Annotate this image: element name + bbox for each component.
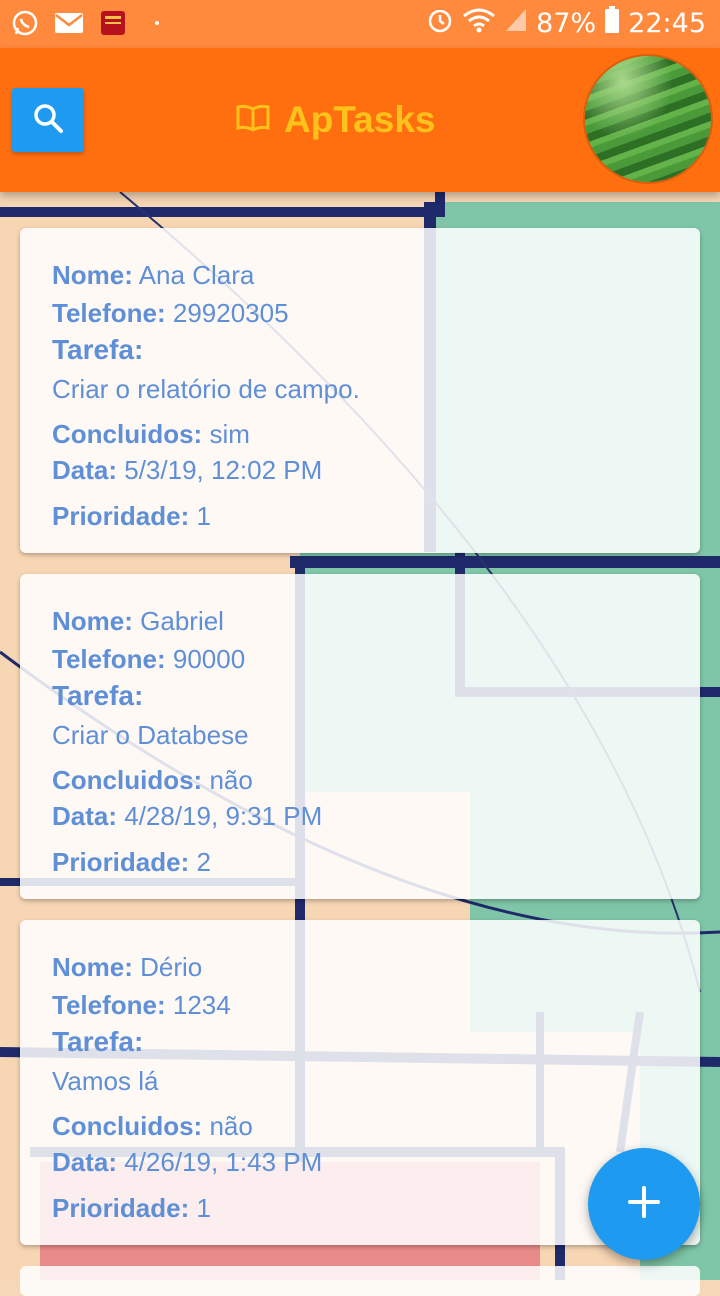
concluidos-label: Concluidos: [52,419,203,449]
concluidos-value: não [209,1111,253,1141]
concluidos-label: Concluidos: [52,765,203,795]
app-title: ApTasks [236,98,436,142]
concluidos-value: não [209,765,253,795]
open-book-icon [236,99,270,141]
tarefa-value: Criar o relatório de campo. [52,374,360,404]
search-button[interactable] [12,88,84,152]
data-value: 4/28/19, 9:31 PM [124,801,323,831]
battery-percent: 87% [536,8,597,39]
nome-value: Ana Clara [138,260,255,290]
data-value: 5/3/19, 12:02 PM [124,455,323,485]
book-app-icon [98,8,128,38]
nome-label: Nome: [52,606,133,636]
concluidos-label: Concluidos: [52,1111,203,1141]
prioridade-label: Prioridade: [52,501,190,531]
wifi-icon [462,7,496,40]
alarm-icon [426,6,454,41]
concluidos-value: sim [209,419,250,449]
telefone-label: Telefone: [52,990,166,1020]
telefone-value: 1234 [172,990,231,1020]
tarefa-value: Criar o Databese [52,720,249,750]
app-title-text: ApTasks [284,99,436,140]
data-label: Data: [52,1147,118,1177]
task-card-partial[interactable] [20,1266,700,1296]
prioridade-value: 2 [196,847,211,877]
telefone-label: Telefone: [52,644,166,674]
nome-value: Gabriel [140,606,224,636]
prioridade-label: Prioridade: [52,1193,190,1223]
plus-icon [626,1184,662,1225]
data-label: Data: [52,801,118,831]
whatsapp-icon [10,8,40,38]
signal-icon [504,7,528,40]
clock: 22:45 [628,8,706,39]
nome-value: Dério [140,952,203,982]
add-task-button[interactable] [588,1148,700,1260]
telefone-value: 90000 [172,644,246,674]
avatar[interactable] [585,56,711,182]
app-bar: ApTasks [0,48,720,192]
task-card[interactable]: Nome: Gabriel Telefone: 90000 Tarefa: Cr… [20,574,700,899]
telefone-value: 29920305 [172,298,289,328]
telefone-label: Telefone: [52,298,166,328]
battery-icon [604,6,620,41]
nome-label: Nome: [52,952,133,982]
nome-label: Nome: [52,260,133,290]
tarefa-label: Tarefa: [52,680,144,711]
dot-icon [142,8,172,38]
tarefa-label: Tarefa: [52,1026,144,1057]
data-label: Data: [52,455,118,485]
search-icon [31,101,65,140]
prioridade-value: 1 [196,501,211,531]
tarefa-value: Vamos lá [52,1066,159,1096]
data-value: 4/26/19, 1:43 PM [124,1147,323,1177]
task-card[interactable]: Nome: Ana Clara Telefone: 29920305 Taref… [20,228,700,553]
tarefa-label: Tarefa: [52,334,144,365]
prioridade-value: 1 [196,1193,211,1223]
mail-icon [54,8,84,38]
prioridade-label: Prioridade: [52,847,190,877]
status-bar: 87% 22:45 [0,0,720,48]
task-list: Nome: Ana Clara Telefone: 29920305 Taref… [20,228,700,1266]
